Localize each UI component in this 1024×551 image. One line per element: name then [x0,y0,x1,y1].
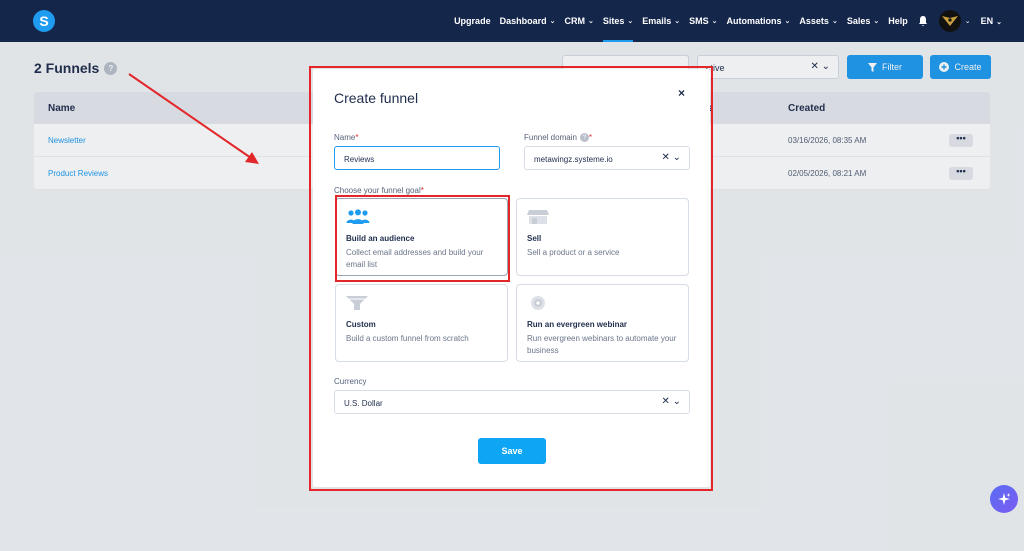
nav-item-crm[interactable]: CRM ⌄ [564,0,593,42]
ai-assistant-button[interactable] [990,485,1018,513]
nav-item-emails[interactable]: Emails ⌄ [642,0,680,42]
chevron-down-icon: ⌄ [784,18,791,25]
top-navigation-bar: S Upgrade Dashboard ⌄ CRM ⌄ Sites ⌄ Emails ⌄… [0,0,1024,42]
winged-avatar-icon [941,16,958,26]
systeme-logo[interactable]: S [33,10,55,32]
nav-item-sms[interactable]: SMS ⌄ [689,0,717,42]
nav-item-assets[interactable]: Assets ⌄ [799,0,837,42]
nav-item-help[interactable]: Help [888,0,908,42]
nav-item-upgrade[interactable]: Upgrade [454,0,491,42]
chevron-down-icon: ⌄ [549,18,556,25]
bell-icon[interactable] [917,15,929,27]
chevron-down-icon: ⌄ [996,19,1002,26]
chevron-down-icon: ⌄ [831,18,838,25]
nav-item-automations[interactable]: Automations ⌄ [727,0,791,42]
annotation-highlight-build-audience [335,195,510,282]
chevron-down-icon: ⌄ [587,18,594,25]
chevron-down-icon[interactable]: ⌄ [965,17,971,25]
user-avatar[interactable] [938,10,961,32]
sparkle-icon [998,493,1011,505]
chevron-down-icon: ⌄ [711,18,718,25]
chevron-down-icon: ⌄ [873,18,880,25]
main-nav: Upgrade Dashboard ⌄ CRM ⌄ Sites ⌄ Emails ⌄ S… [454,0,1024,42]
language-selector[interactable]: EN ⌄ [981,16,1002,26]
nav-item-dashboard[interactable]: Dashboard ⌄ [500,0,556,42]
nav-item-sales[interactable]: Sales ⌄ [847,0,879,42]
chevron-down-icon: ⌄ [627,18,634,25]
chevron-down-icon: ⌄ [674,18,681,25]
nav-item-sites[interactable]: Sites ⌄ [602,0,634,42]
